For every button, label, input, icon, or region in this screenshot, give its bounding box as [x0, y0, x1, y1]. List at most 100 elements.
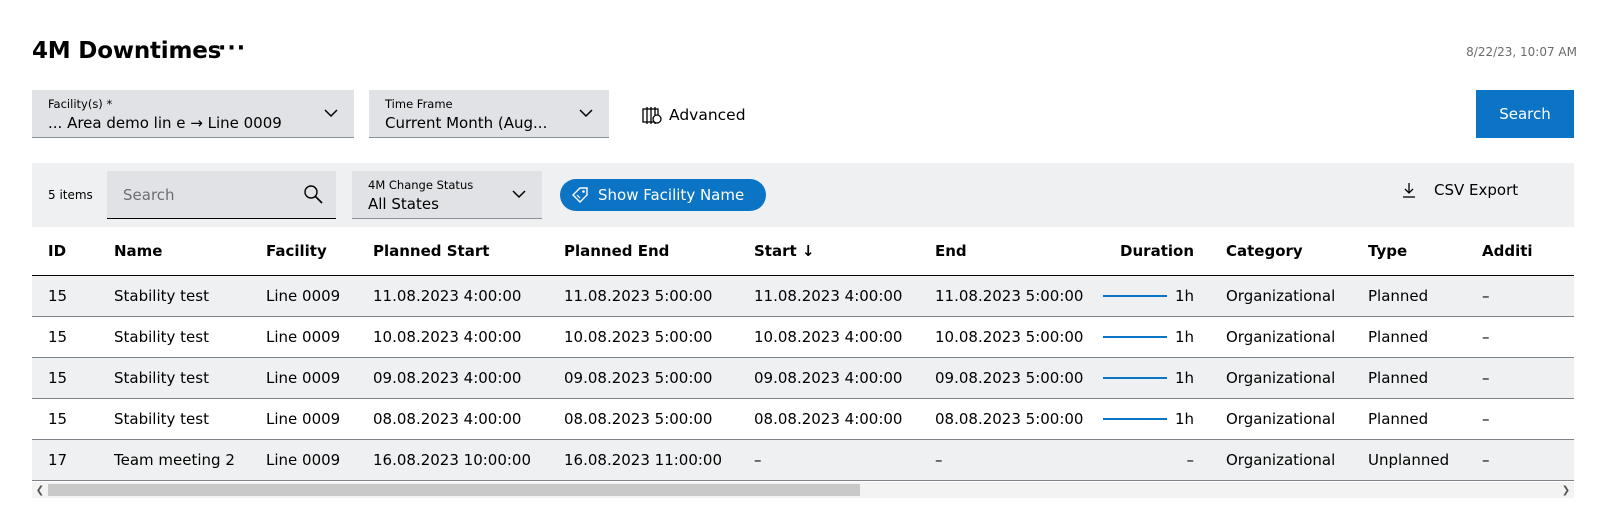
timeframe-dropdown[interactable]: Time Frame Current Month (Aug... [369, 90, 609, 138]
cell-start: – [738, 439, 919, 481]
duration-value: 1h [1174, 286, 1194, 305]
cell-planned-start: 10.08.2023 4:00:00 [357, 316, 548, 358]
search-button[interactable]: Search [1476, 90, 1574, 138]
column-header-facility[interactable]: Facility [250, 227, 357, 276]
cell-end: – [919, 439, 1099, 481]
cell-facility: Line 0009 [250, 316, 357, 358]
advanced-filter-button[interactable]: Advanced [641, 103, 746, 127]
download-icon [1403, 183, 1415, 198]
cell-duration: 1h [1099, 275, 1210, 317]
column-header-planned-end[interactable]: Planned End [548, 227, 738, 276]
scroll-left-icon[interactable]: ❮ [32, 482, 48, 498]
duration-value: – [1186, 450, 1195, 469]
table-search-input[interactable]: Search [107, 171, 336, 219]
tag-icon [572, 187, 588, 203]
cell-additional: – [1466, 398, 1574, 440]
cell-facility: Line 0009 [250, 357, 357, 399]
duration-bar [1102, 295, 1167, 297]
table-toolbar: 5 items Search 4M Change Status All Stat… [32, 163, 1574, 227]
items-count: 5 items [48, 188, 93, 202]
column-header-additional[interactable]: Additi [1466, 227, 1574, 276]
advanced-filter-label: Advanced [669, 106, 746, 124]
cell-additional: – [1466, 316, 1574, 358]
table-row[interactable]: 17 Team meeting 2 Line 0009 16.08.2023 10:0… [32, 439, 1574, 481]
change-status-dropdown[interactable]: 4M Change Status All States [352, 171, 542, 219]
table-row[interactable]: 15 Stability test Line 0009 11.08.2023 4:00… [32, 275, 1574, 317]
cell-planned-end: 11.08.2023 5:00:00 [548, 275, 738, 317]
search-placeholder: Search [123, 186, 175, 204]
more-options-button[interactable]: ··· [218, 36, 246, 61]
cell-type: Planned [1352, 398, 1466, 440]
duration-value: 1h [1174, 368, 1194, 387]
cell-end: 11.08.2023 5:00:00 [919, 275, 1099, 317]
cell-type: Planned [1352, 275, 1466, 317]
cell-planned-end: 10.08.2023 5:00:00 [548, 316, 738, 358]
cell-name: Stability test [98, 275, 250, 317]
cell-type: Planned [1352, 316, 1466, 358]
show-facility-name-label: Show Facility Name [598, 186, 745, 204]
cell-additional: – [1466, 357, 1574, 399]
csv-export-button[interactable]: CSV Export [1400, 181, 1518, 199]
cell-end: 09.08.2023 5:00:00 [919, 357, 1099, 399]
cell-planned-start: 08.08.2023 4:00:00 [357, 398, 548, 440]
cell-start: 08.08.2023 4:00:00 [738, 398, 919, 440]
cell-end: 08.08.2023 5:00:00 [919, 398, 1099, 440]
duration-bar [1102, 418, 1167, 420]
column-header-name[interactable]: Name [98, 227, 250, 276]
cell-duration: – [1099, 439, 1210, 481]
cell-id: 15 [32, 357, 98, 399]
table-row[interactable]: 15 Stability test Line 0009 10.08.2023 4:00… [32, 316, 1574, 358]
duration-bar [1102, 336, 1167, 338]
cell-start: 09.08.2023 4:00:00 [738, 357, 919, 399]
facility-dropdown[interactable]: Facility(s) * ... Area demo lin e → Line… [32, 90, 354, 138]
cell-id: 15 [32, 316, 98, 358]
timeframe-dropdown-label: Time Frame [385, 97, 453, 111]
cell-facility: Line 0009 [250, 439, 357, 481]
cell-start: 10.08.2023 4:00:00 [738, 316, 919, 358]
cell-duration: 1h [1099, 316, 1210, 358]
column-header-end[interactable]: End [919, 227, 1099, 276]
cell-planned-end: 08.08.2023 5:00:00 [548, 398, 738, 440]
cell-duration: 1h [1099, 357, 1210, 399]
column-header-start[interactable]: Start ↓ [738, 227, 919, 276]
cell-id: 15 [32, 275, 98, 317]
column-header-planned-start[interactable]: Planned Start [357, 227, 548, 276]
cell-planned-end: 16.08.2023 11:00:00 [548, 439, 738, 481]
cell-facility: Line 0009 [250, 398, 357, 440]
cell-planned-start: 09.08.2023 4:00:00 [357, 357, 548, 399]
change-status-value: All States [368, 195, 439, 213]
column-header-category[interactable]: Category [1210, 227, 1352, 276]
horizontal-scrollbar[interactable]: ❮ ❯ [32, 482, 1574, 498]
search-icon [304, 185, 323, 204]
duration-value: 1h [1174, 409, 1194, 428]
table-row[interactable]: 15 Stability test Line 0009 08.08.2023 4:00… [32, 398, 1574, 440]
cell-duration: 1h [1099, 398, 1210, 440]
cell-type: Unplanned [1352, 439, 1466, 481]
cell-category: Organizational [1210, 316, 1352, 358]
scroll-right-icon[interactable]: ❯ [1558, 482, 1574, 498]
table-row[interactable]: 15 Stability test Line 0009 09.08.2023 4:00… [32, 357, 1574, 399]
facility-dropdown-value: ... Area demo lin e → Line 0009 [48, 114, 282, 132]
cell-category: Organizational [1210, 357, 1352, 399]
csv-export-label: CSV Export [1434, 181, 1519, 199]
cell-end: 10.08.2023 5:00:00 [919, 316, 1099, 358]
cell-planned-start: 11.08.2023 4:00:00 [357, 275, 548, 317]
cell-name: Stability test [98, 316, 250, 358]
cell-name: Stability test [98, 357, 250, 399]
column-header-id[interactable]: ID [32, 227, 98, 276]
last-updated-timestamp: 8/22/23, 10:07 AM [1466, 45, 1577, 59]
column-header-duration[interactable]: Duration [1099, 227, 1210, 276]
cell-type: Planned [1352, 357, 1466, 399]
cell-additional: – [1466, 275, 1574, 317]
chevron-down-icon [512, 190, 526, 199]
column-header-type[interactable]: Type [1352, 227, 1466, 276]
cell-id: 15 [32, 398, 98, 440]
timeframe-dropdown-value: Current Month (Aug... [385, 114, 548, 132]
cell-name: Team meeting 2 [98, 439, 250, 481]
cell-category: Organizational [1210, 275, 1352, 317]
cell-id: 17 [32, 439, 98, 481]
show-facility-name-toggle[interactable]: Show Facility Name [560, 179, 766, 211]
change-status-label: 4M Change Status [368, 178, 474, 192]
scrollbar-thumb[interactable] [48, 484, 860, 496]
page-title: 4M Downtimes [32, 38, 222, 64]
